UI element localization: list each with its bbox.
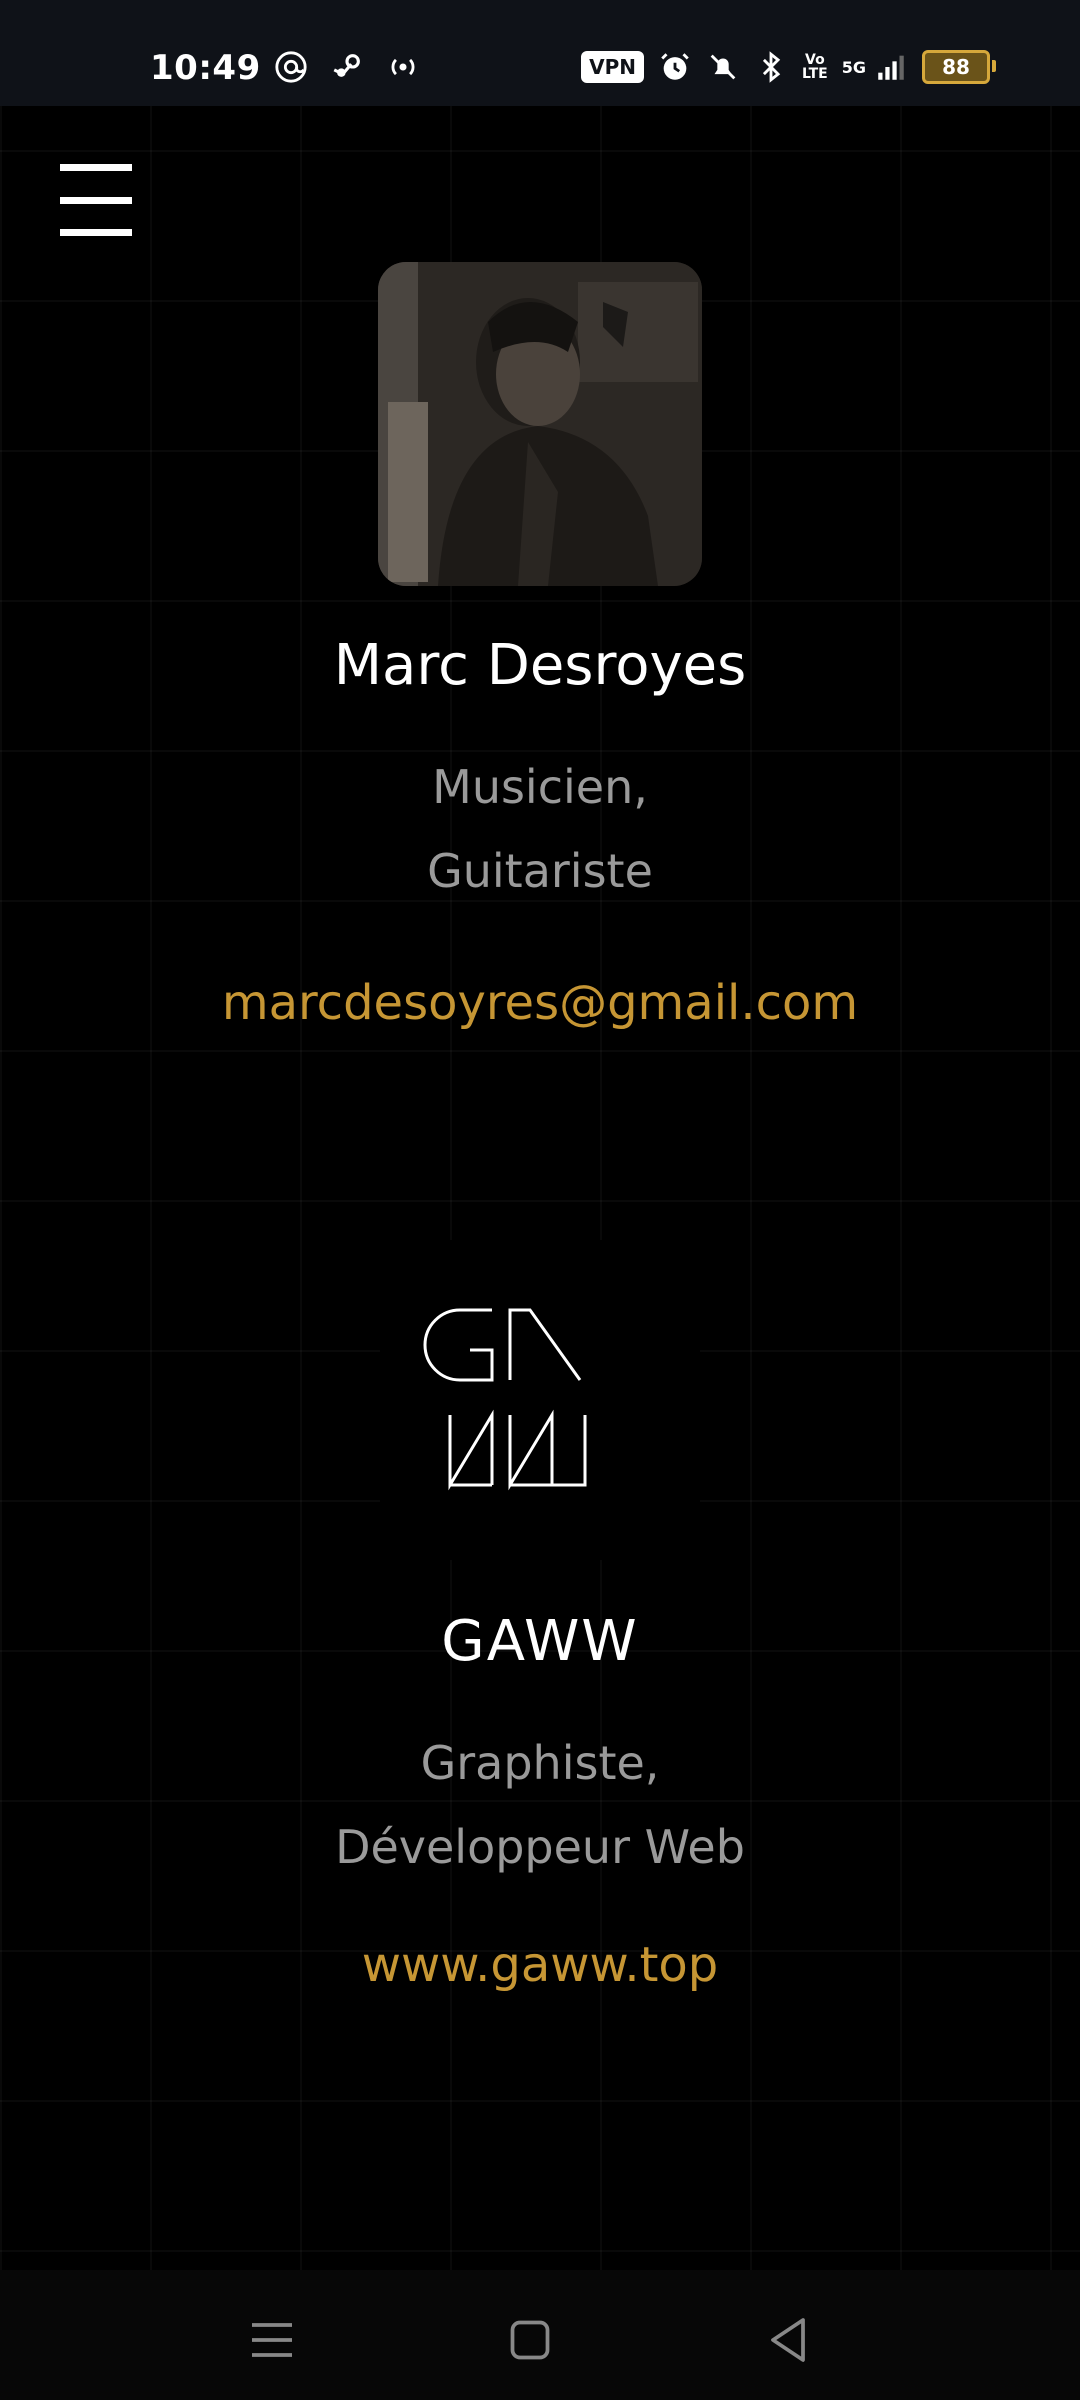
status-bar: 10:49 VPN Vo LTE 5G 88 bbox=[0, 0, 1080, 106]
page: 10:49 VPN Vo LTE 5G 88 Marc Desroyes Mus… bbox=[0, 0, 1080, 2400]
brand-role-line2: Développeur Web bbox=[335, 1820, 745, 1874]
back-icon[interactable] bbox=[758, 2310, 818, 2370]
menu-bar-middle bbox=[60, 196, 132, 204]
status-left-icons bbox=[274, 50, 420, 84]
alarm-icon bbox=[661, 53, 689, 80]
home-icon[interactable] bbox=[500, 2310, 560, 2370]
hotspot-icon bbox=[391, 58, 415, 76]
brand-logo bbox=[380, 1240, 700, 1560]
steam-icon bbox=[333, 54, 360, 77]
gaww-logo-icon bbox=[423, 1308, 587, 1491]
system-navigation-bar bbox=[0, 2270, 1080, 2400]
menu-bar-bottom bbox=[60, 229, 132, 236]
mute-bell-icon bbox=[710, 54, 736, 80]
battery-indicator: 88 bbox=[922, 50, 996, 84]
status-time: 10:49 bbox=[150, 48, 261, 88]
profile-name: Marc Desroyes bbox=[333, 633, 747, 698]
network-type-label: 5G bbox=[841, 57, 866, 77]
profile-photo bbox=[378, 262, 702, 586]
profile-email-link[interactable]: marcdesoyres@gmail.com bbox=[0, 968, 1080, 1038]
status-right-icons: VPN Vo LTE 5G 88 bbox=[581, 50, 996, 84]
vpn-badge: VPN bbox=[581, 51, 645, 83]
volte-label: Vo LTE bbox=[802, 52, 828, 82]
recent-apps-icon[interactable] bbox=[242, 2310, 302, 2370]
profile-role-line2: Guitariste bbox=[427, 844, 653, 898]
signal-icon bbox=[878, 55, 904, 80]
profile-photo-illustration bbox=[378, 262, 702, 586]
brand-name: GAWW bbox=[441, 1609, 639, 1674]
menu-bar-top bbox=[60, 164, 132, 171]
profile-role-line1: Musicien, bbox=[432, 760, 648, 814]
brand-website-link[interactable]: www.gaww.top bbox=[0, 1930, 1080, 2000]
menu-button[interactable] bbox=[60, 164, 132, 236]
at-sign-icon bbox=[275, 51, 307, 83]
brand-role-line1: Graphiste, bbox=[420, 1736, 660, 1790]
bluetooth-icon bbox=[762, 51, 781, 83]
